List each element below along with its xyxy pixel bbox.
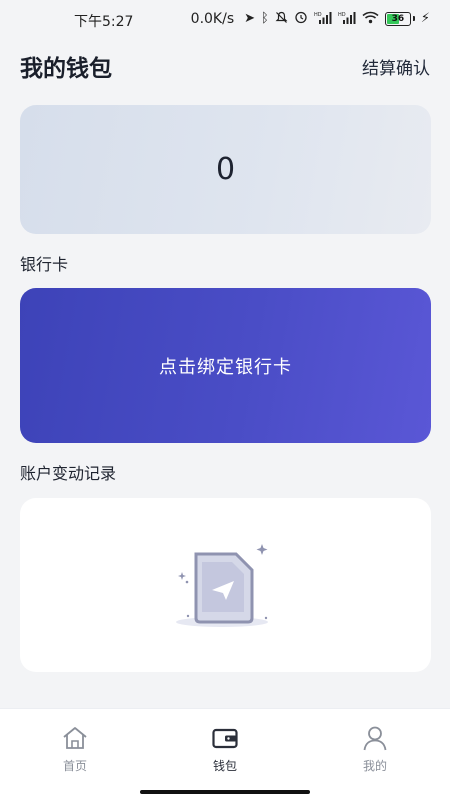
bottom-nav: 首页 钱包 我的: [0, 708, 450, 801]
wallet-icon: [211, 725, 239, 751]
status-bar: 下午5:27 0.0K/s ➤ ᛒ HD HD 36 ⚡: [0, 0, 450, 40]
bind-bank-card-button[interactable]: 点击绑定银行卡: [20, 288, 431, 443]
status-time: 下午5:27: [74, 14, 134, 30]
charging-icon: ⚡: [420, 11, 430, 26]
nav-item-home[interactable]: 首页: [35, 725, 115, 774]
nav-label-wallet: 钱包: [212, 759, 237, 773]
nav-item-profile[interactable]: 我的: [335, 725, 415, 774]
battery-level: 36: [391, 13, 405, 24]
page-title: 我的钱包: [20, 56, 112, 82]
location-arrow-icon: ➤: [244, 11, 256, 26]
profile-icon: [361, 725, 389, 751]
balance-card: 0: [20, 105, 431, 234]
status-icons: 0.0K/s ➤ ᛒ HD HD 36 ⚡: [191, 10, 430, 27]
svg-text:HD: HD: [338, 12, 346, 18]
home-indicator[interactable]: [140, 790, 310, 794]
home-icon: [61, 725, 89, 751]
hd-signal-icon: HD: [338, 11, 356, 27]
balance-value: 0: [215, 152, 236, 187]
empty-document-icon: [170, 538, 280, 638]
hd-signal-icon: HD: [314, 11, 332, 27]
wifi-icon: [362, 11, 379, 27]
nav-label-home: 首页: [62, 759, 87, 773]
nav-item-wallet[interactable]: 钱包: [185, 725, 265, 774]
alarm-icon: [294, 10, 308, 27]
network-speed: 0.0K/s: [190, 10, 235, 27]
bind-bank-card-label: 点击绑定银行卡: [159, 356, 292, 378]
battery-icon: 36: [384, 11, 415, 26]
records-list: [20, 498, 431, 672]
bank-card-section-label: 银行卡: [20, 255, 69, 274]
bluetooth-icon: ᛒ: [261, 11, 269, 26]
settlement-confirm-link[interactable]: 结算确认: [362, 54, 430, 79]
nav-label-profile: 我的: [362, 759, 387, 773]
mute-bell-icon: [275, 11, 288, 27]
svg-text:HD: HD: [314, 12, 322, 18]
records-section-label: 账户变动记录: [20, 464, 117, 483]
